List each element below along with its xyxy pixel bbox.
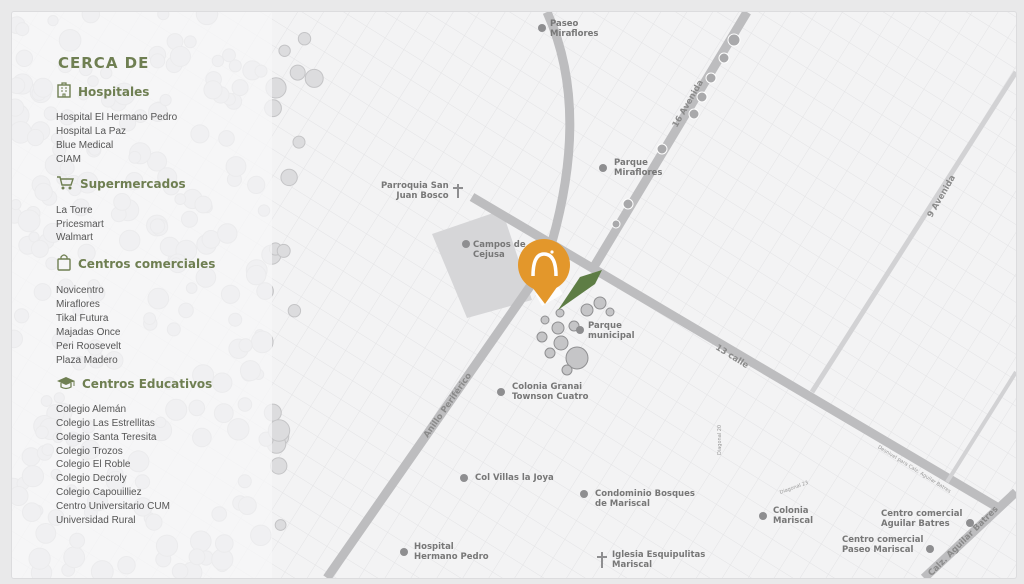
legend-categories: Hospitales Hospital El Hermano Pedro Hospi… bbox=[56, 82, 266, 528]
label-line: Hospital bbox=[414, 542, 454, 552]
label-iglesia-esquipulitas[interactable]: Iglesia Esquipulitas Mariscal bbox=[612, 550, 705, 570]
label-paseo-mariscal[interactable]: Centro comercial Paseo Mariscal bbox=[842, 535, 923, 555]
legend-item-list: La Torre Pricesmart Walmart bbox=[56, 204, 266, 246]
shopping-bag-icon bbox=[56, 253, 72, 274]
tree bbox=[270, 457, 288, 475]
legend-item[interactable]: Hospital La Paz bbox=[56, 125, 266, 139]
label-line: Paseo bbox=[550, 19, 579, 29]
legend-category-label: Centros Educativos bbox=[82, 377, 213, 392]
label-line: Paseo Mariscal bbox=[842, 545, 914, 555]
tree bbox=[280, 168, 298, 187]
label-colonia-mariscal[interactable]: Colonia Mariscal bbox=[773, 506, 813, 526]
legend-item[interactable]: Colegio El Roble bbox=[56, 458, 266, 472]
legend-category-header: Supermercados bbox=[56, 175, 266, 194]
label-line: Parque bbox=[588, 321, 622, 331]
legend-item[interactable]: Plaza Madero bbox=[56, 354, 266, 368]
label-line: Townson Cuatro bbox=[512, 392, 589, 402]
legend-item[interactable]: Peri Roosevelt bbox=[56, 340, 266, 354]
legend: CERCA DE Hospitales Hospital El Hermano P… bbox=[56, 54, 266, 536]
hospital-icon bbox=[56, 82, 72, 101]
label-aguilar-batres[interactable]: Centro comercial Aguilar Batres bbox=[881, 509, 962, 529]
legend-item[interactable]: Colegio Alemán bbox=[56, 403, 266, 417]
legend-item-list: Hospital El Hermano Pedro Hospital La Paz… bbox=[56, 111, 266, 167]
map-frame: CERCA DE Hospitales Hospital El Hermano P… bbox=[12, 12, 1016, 578]
tree bbox=[304, 68, 324, 88]
label-line: Colonia Granai bbox=[512, 382, 583, 392]
legend-category-label: Centros comerciales bbox=[78, 256, 216, 271]
legend-item[interactable]: Miraflores bbox=[56, 298, 266, 312]
label-line: Hermano Pedro bbox=[414, 552, 489, 562]
label-line: Miraflores bbox=[614, 168, 663, 178]
tree bbox=[274, 519, 287, 531]
legend-item[interactable]: Centro Universitario CUM bbox=[56, 500, 266, 514]
legend-item-list: Novicentro Miraflores Tikal Futura Majadas … bbox=[56, 284, 266, 367]
label-line: Col Villas la Joya bbox=[475, 473, 554, 483]
label-line: Centro comercial bbox=[842, 535, 924, 545]
tree bbox=[287, 304, 302, 318]
label-line: Mariscal bbox=[773, 516, 814, 526]
legend-category-label: Supermercados bbox=[80, 177, 186, 192]
label-line: Parroquia San bbox=[381, 181, 449, 191]
label-parque-miraflores[interactable]: Parque Miraflores bbox=[614, 158, 662, 178]
tree bbox=[292, 135, 306, 149]
label-line: Colonia bbox=[773, 506, 809, 516]
label-colonia-granai[interactable]: Colonia Granai Townson Cuatro bbox=[512, 382, 588, 402]
label-line: Aguilar Batres bbox=[881, 519, 950, 529]
label-line: Miraflores bbox=[550, 29, 599, 39]
legend-category-header: Hospitales bbox=[56, 82, 266, 101]
label-bosques-mariscal[interactable]: Condominio Bosques de Mariscal bbox=[595, 489, 695, 509]
legend-item[interactable]: Colegio Santa Teresita bbox=[56, 431, 266, 445]
label-parque-municipal[interactable]: Parque municipal bbox=[588, 321, 635, 341]
legend-item[interactable]: Colegio Las Estrellitas bbox=[56, 417, 266, 431]
tree bbox=[276, 243, 291, 258]
graduation-cap-icon bbox=[56, 376, 76, 393]
legend-item[interactable]: Colegio Decroly bbox=[56, 472, 266, 486]
legend-item[interactable]: CIAM bbox=[56, 153, 266, 167]
label-line: Centro comercial bbox=[881, 509, 963, 519]
legend-panel: CERCA DE Hospitales Hospital El Hermano P… bbox=[12, 12, 272, 578]
road-label-diagonal-20: Diagonal 20 bbox=[717, 424, 723, 455]
label-villas-la-joya[interactable]: Col Villas la Joya bbox=[475, 473, 554, 483]
label-line: de Mariscal bbox=[595, 499, 650, 509]
label-line: Juan Bosco bbox=[396, 191, 449, 201]
tree bbox=[289, 64, 306, 81]
legend-category-header: Centros Educativos bbox=[56, 376, 266, 393]
legend-item-list: Colegio Alemán Colegio Las Estrellitas Col… bbox=[56, 403, 266, 528]
shopping-cart-icon bbox=[56, 175, 74, 194]
legend-category-label: Hospitales bbox=[78, 84, 150, 99]
legend-item[interactable]: Blue Medical bbox=[56, 139, 266, 153]
legend-item[interactable]: Hospital El Hermano Pedro bbox=[56, 111, 266, 125]
label-hospital-hermano-pedro[interactable]: Hospital Hermano Pedro bbox=[414, 542, 489, 562]
legend-title: CERCA DE bbox=[58, 54, 150, 72]
legend-item[interactable]: Colegio Capouilliez bbox=[56, 486, 266, 500]
label-line: Parque bbox=[614, 158, 648, 168]
legend-item[interactable]: Colegio Trozos bbox=[56, 445, 266, 459]
label-line: Iglesia Esquipulitas bbox=[612, 550, 706, 560]
label-paseo-miraflores[interactable]: Paseo Miraflores bbox=[550, 19, 598, 39]
label-line: Cejusa bbox=[473, 250, 505, 260]
tree bbox=[297, 32, 312, 46]
legend-category-header: Centros comerciales bbox=[56, 253, 266, 274]
label-line: Campos de bbox=[473, 240, 526, 250]
legend-item[interactable]: Tikal Futura bbox=[56, 312, 266, 326]
legend-item[interactable]: Pricesmart bbox=[56, 218, 266, 232]
label-line: Condominio Bosques bbox=[595, 489, 695, 499]
legend-item[interactable]: Walmart bbox=[56, 231, 266, 245]
label-line: municipal bbox=[588, 331, 635, 341]
legend-item[interactable]: Universidad Rural bbox=[56, 514, 266, 528]
label-campos-cejusa[interactable]: Campos de Cejusa bbox=[473, 240, 526, 260]
legend-item[interactable]: Majadas Once bbox=[56, 326, 266, 340]
legend-item[interactable]: Novicentro bbox=[56, 284, 266, 298]
legend-item[interactable]: La Torre bbox=[56, 204, 266, 218]
tree bbox=[278, 44, 291, 57]
label-line: Mariscal bbox=[612, 560, 653, 570]
label-parroquia[interactable]: Parroquia San Juan Bosco bbox=[381, 181, 449, 201]
